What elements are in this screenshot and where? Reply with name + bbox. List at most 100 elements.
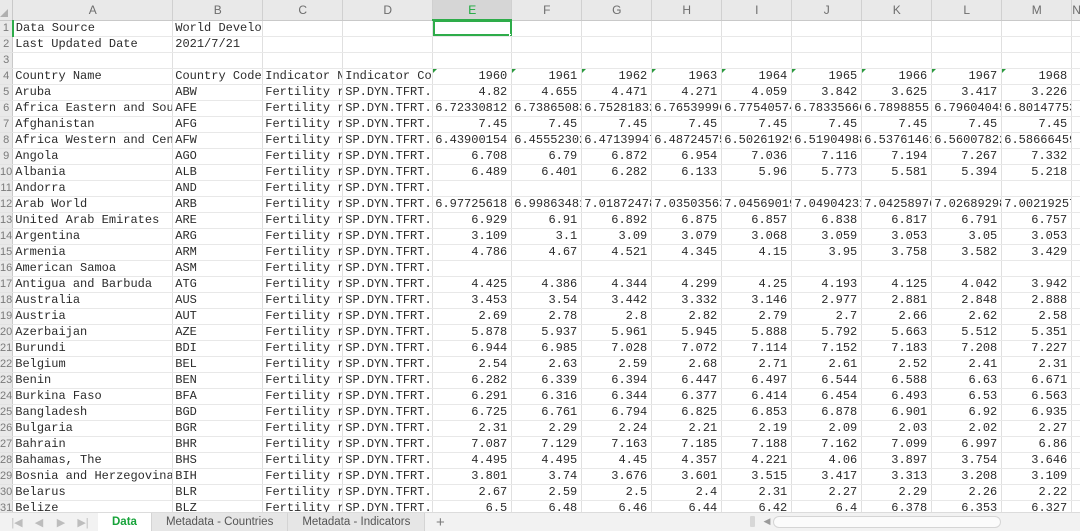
cell-D15[interactable]: SP.DYN.TFRT.I: [343, 244, 433, 260]
select-all-corner[interactable]: [0, 0, 13, 20]
cell-I3[interactable]: [722, 52, 792, 68]
cell-B24[interactable]: BFA: [173, 388, 263, 404]
row-header-20[interactable]: 20: [0, 324, 13, 340]
cell-C13[interactable]: Fertility rate,: [263, 212, 343, 228]
cell-H29[interactable]: 3.601: [652, 468, 722, 484]
cell-J3[interactable]: [792, 52, 862, 68]
cell-C22[interactable]: Fertility rate,: [263, 356, 343, 372]
cell-N12[interactable]: [1072, 196, 1080, 212]
column-header-d[interactable]: D: [343, 0, 433, 20]
cell-E23[interactable]: 6.282: [433, 372, 512, 388]
cell-F14[interactable]: 3.1: [512, 228, 582, 244]
cell-H4[interactable]: 1963: [652, 68, 722, 84]
cell-F23[interactable]: 6.339: [512, 372, 582, 388]
cell-L12[interactable]: 7.02689298: [932, 196, 1002, 212]
cell-E25[interactable]: 6.725: [433, 404, 512, 420]
cell-E16[interactable]: [433, 260, 512, 276]
cell-F15[interactable]: 4.67: [512, 244, 582, 260]
cell-B25[interactable]: BGD: [173, 404, 263, 420]
cell-G16[interactable]: [582, 260, 652, 276]
cell-I15[interactable]: 4.15: [722, 244, 792, 260]
row-header-3[interactable]: 3: [0, 52, 13, 68]
cell-E31[interactable]: 6.5: [433, 500, 512, 512]
cell-F3[interactable]: [512, 52, 582, 68]
row-header-31[interactable]: 31: [0, 500, 13, 512]
cell-D20[interactable]: SP.DYN.TFRT.I: [343, 324, 433, 340]
cell-D8[interactable]: SP.DYN.TFRT.I: [343, 132, 433, 148]
cell-D25[interactable]: SP.DYN.TFRT.I: [343, 404, 433, 420]
cell-E29[interactable]: 3.801: [433, 468, 512, 484]
cell-J27[interactable]: 7.162: [792, 436, 862, 452]
cell-H7[interactable]: 7.45: [652, 116, 722, 132]
cell-L20[interactable]: 5.512: [932, 324, 1002, 340]
cell-B14[interactable]: ARG: [173, 228, 263, 244]
cell-C26[interactable]: Fertility rate,: [263, 420, 343, 436]
cell-E9[interactable]: 6.708: [433, 148, 512, 164]
cell-F13[interactable]: 6.91: [512, 212, 582, 228]
cell-I28[interactable]: 4.221: [722, 452, 792, 468]
cell-K6[interactable]: 6.7898855: [862, 100, 932, 116]
row-header-23[interactable]: 23: [0, 372, 13, 388]
cell-G31[interactable]: 6.46: [582, 500, 652, 512]
cell-D26[interactable]: SP.DYN.TFRT.I: [343, 420, 433, 436]
cell-N13[interactable]: [1072, 212, 1080, 228]
cell-L30[interactable]: 2.26: [932, 484, 1002, 500]
column-header-c[interactable]: C: [263, 0, 343, 20]
cell-M26[interactable]: 2.27: [1002, 420, 1072, 436]
cell-M1[interactable]: [1002, 20, 1072, 36]
cell-C5[interactable]: Fertility rate,: [263, 84, 343, 100]
cell-N2[interactable]: [1072, 36, 1080, 52]
sheet-nav-buttons[interactable]: |◀ ◀ ▶ ▶|: [0, 513, 98, 531]
cell-B11[interactable]: AND: [173, 180, 263, 196]
cell-A17[interactable]: Antigua and Barbuda: [13, 276, 173, 292]
cell-G23[interactable]: 6.394: [582, 372, 652, 388]
cell-D18[interactable]: SP.DYN.TFRT.I: [343, 292, 433, 308]
cell-G8[interactable]: 6.47139947: [582, 132, 652, 148]
cell-I30[interactable]: 2.31: [722, 484, 792, 500]
cell-K31[interactable]: 6.378: [862, 500, 932, 512]
cell-L5[interactable]: 3.417: [932, 84, 1002, 100]
cell-M31[interactable]: 6.327: [1002, 500, 1072, 512]
cell-D13[interactable]: SP.DYN.TFRT.I: [343, 212, 433, 228]
cell-A25[interactable]: Bangladesh: [13, 404, 173, 420]
column-header-g[interactable]: G: [582, 0, 652, 20]
cell-H3[interactable]: [652, 52, 722, 68]
cell-I1[interactable]: [722, 20, 792, 36]
cell-C24[interactable]: Fertility rate,: [263, 388, 343, 404]
row-header-8[interactable]: 8: [0, 132, 13, 148]
column-header-k[interactable]: K: [862, 0, 932, 20]
cell-I21[interactable]: 7.114: [722, 340, 792, 356]
cell-H31[interactable]: 6.44: [652, 500, 722, 512]
cell-J15[interactable]: 3.95: [792, 244, 862, 260]
cell-D29[interactable]: SP.DYN.TFRT.I: [343, 468, 433, 484]
cell-J22[interactable]: 2.61: [792, 356, 862, 372]
cell-J28[interactable]: 4.06: [792, 452, 862, 468]
cell-E12[interactable]: 6.97725618: [433, 196, 512, 212]
prev-sheet-icon[interactable]: ◀: [28, 513, 50, 531]
cell-C7[interactable]: Fertility rate,: [263, 116, 343, 132]
cell-H27[interactable]: 7.185: [652, 436, 722, 452]
cell-K14[interactable]: 3.053: [862, 228, 932, 244]
cell-I26[interactable]: 2.19: [722, 420, 792, 436]
cell-I29[interactable]: 3.515: [722, 468, 792, 484]
row-header-9[interactable]: 9: [0, 148, 13, 164]
cell-K13[interactable]: 6.817: [862, 212, 932, 228]
cell-H10[interactable]: 6.133: [652, 164, 722, 180]
cell-A18[interactable]: Australia: [13, 292, 173, 308]
cell-N18[interactable]: [1072, 292, 1080, 308]
cell-N19[interactable]: [1072, 308, 1080, 324]
cell-L22[interactable]: 2.41: [932, 356, 1002, 372]
cell-G4[interactable]: 1962: [582, 68, 652, 84]
cell-G27[interactable]: 7.163: [582, 436, 652, 452]
cell-F1[interactable]: [512, 20, 582, 36]
cell-N20[interactable]: [1072, 324, 1080, 340]
cell-L24[interactable]: 6.53: [932, 388, 1002, 404]
cell-H26[interactable]: 2.21: [652, 420, 722, 436]
cell-C28[interactable]: Fertility rate,: [263, 452, 343, 468]
cell-C18[interactable]: Fertility rate,: [263, 292, 343, 308]
cell-M7[interactable]: 7.45: [1002, 116, 1072, 132]
row-header-6[interactable]: 6: [0, 100, 13, 116]
cell-I17[interactable]: 4.25: [722, 276, 792, 292]
cell-F5[interactable]: 4.655: [512, 84, 582, 100]
cell-M6[interactable]: 6.80147753: [1002, 100, 1072, 116]
